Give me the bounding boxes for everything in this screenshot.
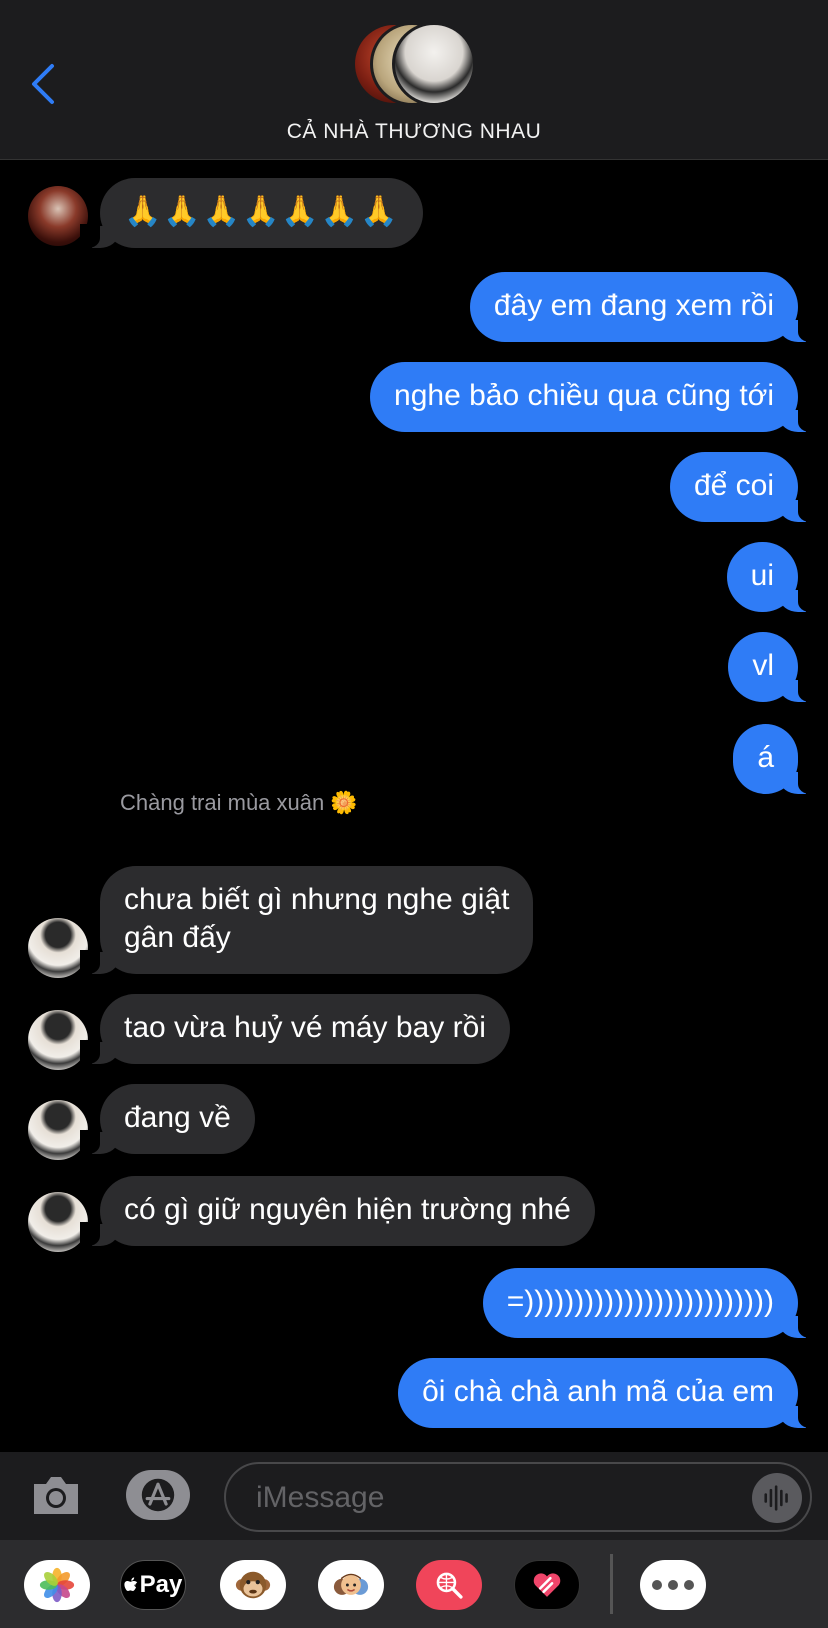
voice-button[interactable] <box>752 1473 802 1523</box>
message-text: =))))))))))))))))))))))))) <box>506 1285 774 1318</box>
digital-touch-icon <box>533 1573 561 1597</box>
monkey-memoji-icon <box>235 1571 271 1599</box>
voice-waveform-icon <box>764 1485 788 1511</box>
sender-name: Chàng trai mùa xuân 🌼 <box>120 790 358 816</box>
message-bubble-outgoing[interactable]: ôi chà chà anh mã của em <box>398 1358 818 1428</box>
message-text: để coi <box>693 469 774 502</box>
message-bubble-outgoing[interactable]: để coi <box>669 452 819 522</box>
message-text-line: gân đấy <box>124 921 231 954</box>
apple-pay-icon <box>124 1577 137 1591</box>
sender-avatar[interactable] <box>28 1192 88 1252</box>
sender-name-text: Chàng trai mùa xuân <box>120 790 325 815</box>
message-text-line: chưa biết gì nhưng nghe giật <box>124 883 510 916</box>
sender-avatar[interactable] <box>28 1010 88 1070</box>
photos-app-button[interactable] <box>24 1560 90 1610</box>
group-avatar-stack[interactable] <box>352 22 480 108</box>
digital-touch-button[interactable] <box>514 1560 580 1610</box>
photos-app-icon <box>39 1567 75 1603</box>
message-text: đang về <box>124 1101 231 1134</box>
app-store-icon <box>141 1478 175 1512</box>
sender-avatar[interactable] <box>28 186 88 246</box>
memoji-stickers-icon <box>333 1573 369 1595</box>
message-bubble-incoming[interactable]: 🙏🙏🙏🙏🙏🙏🙏 <box>79 178 424 248</box>
message-input-container <box>224 1462 812 1532</box>
more-apps-icon <box>652 1580 694 1590</box>
animoji-button[interactable] <box>220 1560 286 1610</box>
memoji-stickers-button[interactable] <box>318 1560 384 1610</box>
message-text: đây em đang xem rồi <box>493 289 774 322</box>
back-chevron-icon <box>32 64 54 104</box>
message-bubble-incoming[interactable]: chưa biết gì nhưng nghe giật gân đấy <box>79 866 534 974</box>
message-text: vl <box>752 649 774 682</box>
message-bubble-incoming[interactable]: tao vừa huỷ vé máy bay rồi <box>80 994 510 1064</box>
apple-pay-button[interactable]: Pay <box>120 1560 186 1610</box>
apple-pay-label: Pay <box>139 1571 183 1598</box>
message-text: á <box>757 741 774 774</box>
message-text: ui <box>750 559 774 592</box>
message-bubble-outgoing[interactable]: ui <box>726 542 819 612</box>
sunflower-icon: 🌼 <box>330 790 358 815</box>
message-text: nghe bảo chiều qua cũng tới <box>394 379 774 412</box>
message-bubble-incoming[interactable]: đang về <box>80 1084 255 1154</box>
conversation-header: CẢ NHÀ THƯƠNG NHAU <box>0 0 828 160</box>
group-member-avatar <box>392 22 476 106</box>
compose-bar <box>0 1452 828 1540</box>
message-text: 🙏🙏🙏🙏🙏🙏🙏 <box>124 195 400 228</box>
conversation-title[interactable]: CẢ NHÀ THƯƠNG NHAU <box>0 120 828 144</box>
message-input[interactable] <box>256 1476 696 1520</box>
message-bubble-outgoing[interactable]: =))))))))))))))))))))))))) <box>482 1268 819 1338</box>
camera-icon <box>34 1477 78 1514</box>
message-text: có gì giữ nguyên hiện trường nhé <box>124 1193 571 1226</box>
app-drawer: Pay <box>0 1540 828 1628</box>
message-bubble-outgoing[interactable]: đây em đang xem rồi <box>469 272 819 342</box>
message-bubble-outgoing[interactable]: á <box>733 724 818 794</box>
sender-avatar[interactable] <box>28 918 88 978</box>
web-search-icon <box>436 1572 463 1599</box>
back-button[interactable] <box>28 62 68 112</box>
tray-divider <box>610 1554 613 1614</box>
camera-button[interactable] <box>30 1472 82 1518</box>
message-text: tao vừa huỷ vé máy bay rồi <box>124 1011 486 1044</box>
message-bubble-incoming[interactable]: có gì giữ nguyên hiện trường nhé <box>80 1176 595 1246</box>
app-store-button[interactable] <box>126 1470 190 1520</box>
sender-avatar[interactable] <box>28 1100 88 1160</box>
message-bubble-outgoing[interactable]: nghe bảo chiều qua cũng tới <box>370 362 818 432</box>
message-bubble-outgoing[interactable]: vl <box>728 632 818 702</box>
message-list[interactable]: 🙏🙏🙏🙏🙏🙏🙏 đây em đang xem rồi nghe bảo chi… <box>0 160 828 1452</box>
web-search-button[interactable] <box>416 1560 482 1610</box>
more-apps-button[interactable] <box>640 1560 706 1610</box>
message-text: ôi chà chà anh mã của em <box>422 1375 774 1408</box>
